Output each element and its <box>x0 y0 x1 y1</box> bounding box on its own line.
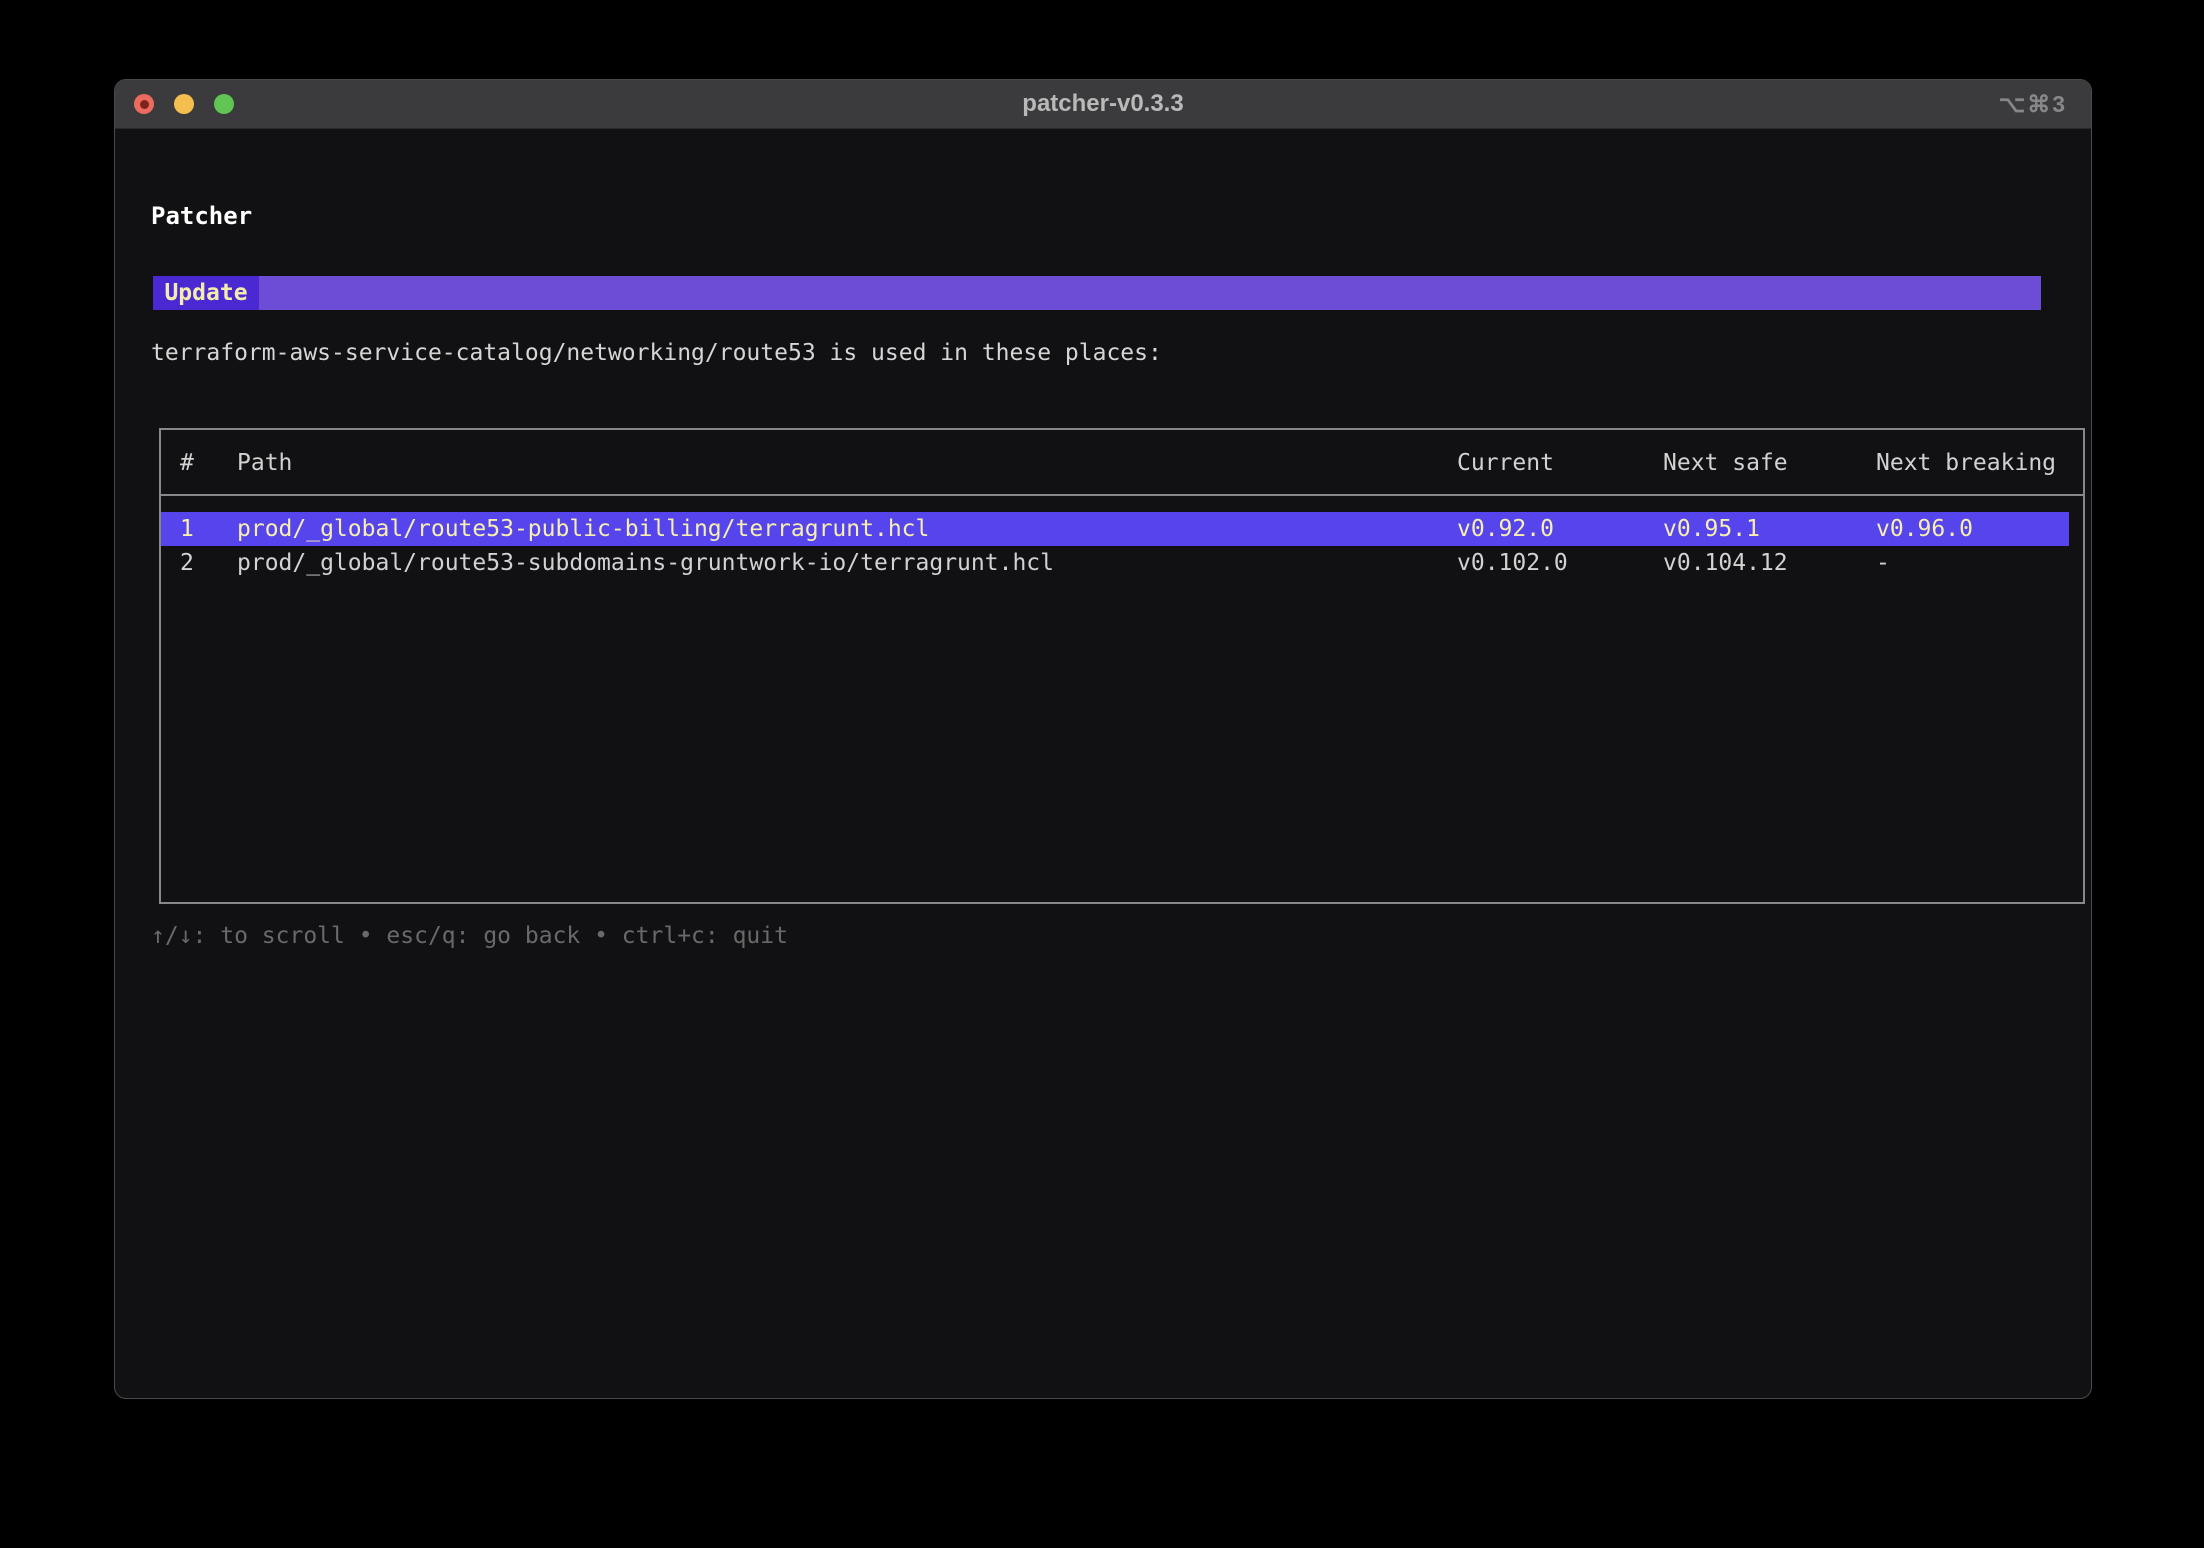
tab-bar: Update <box>153 276 2041 310</box>
minimize-button[interactable] <box>174 94 194 114</box>
row-num: 1 <box>161 512 237 546</box>
tab-shortcut-badge: ⌥⌘3 <box>1999 91 2067 118</box>
titlebar: patcher-v0.3.3 ⌥⌘3 <box>115 80 2091 129</box>
header-current: Current <box>1457 446 1663 480</box>
header-next-breaking: Next breaking <box>1876 446 2069 480</box>
table-row[interactable]: 1 prod/_global/route53-public-billing/te… <box>161 512 2069 546</box>
header-num: # <box>161 446 237 480</box>
zoom-button[interactable] <box>214 94 234 114</box>
row-num: 2 <box>161 546 237 580</box>
header-next-safe: Next safe <box>1663 446 1876 480</box>
keybinding-help-text: ↑/↓: to scroll • esc/q: go back • ctrl+c… <box>151 923 788 949</box>
row-next-breaking-version: v0.96.0 <box>1876 512 2069 546</box>
window-title: patcher-v0.3.3 <box>115 90 2091 118</box>
row-next-safe-version: v0.104.12 <box>1663 546 1876 580</box>
table-header: # Path Current Next safe Next breaking <box>161 430 2083 496</box>
table-body: 1 prod/_global/route53-public-billing/te… <box>161 496 2083 580</box>
row-next-breaking-version: - <box>1876 546 2069 580</box>
page-title: Patcher <box>151 202 252 230</box>
row-path: prod/_global/route53-public-billing/terr… <box>237 512 1457 546</box>
row-current-version: v0.102.0 <box>1457 546 1663 580</box>
row-next-safe-version: v0.95.1 <box>1663 512 1876 546</box>
table-row[interactable]: 2 prod/_global/route53-subdomains-gruntw… <box>161 546 2069 580</box>
header-path: Path <box>237 446 1457 480</box>
close-button[interactable] <box>134 94 154 114</box>
traffic-lights <box>134 94 234 114</box>
usage-table: # Path Current Next safe Next breaking 1… <box>159 428 2085 904</box>
tab-update[interactable]: Update <box>153 276 259 310</box>
terminal-window: patcher-v0.3.3 ⌥⌘3 Patcher Update terraf… <box>114 79 2092 1399</box>
close-modified-dot-icon <box>140 100 149 109</box>
row-path: prod/_global/route53-subdomains-gruntwor… <box>237 546 1457 580</box>
module-usage-text: terraform-aws-service-catalog/networking… <box>151 340 1162 366</box>
row-current-version: v0.92.0 <box>1457 512 1663 546</box>
